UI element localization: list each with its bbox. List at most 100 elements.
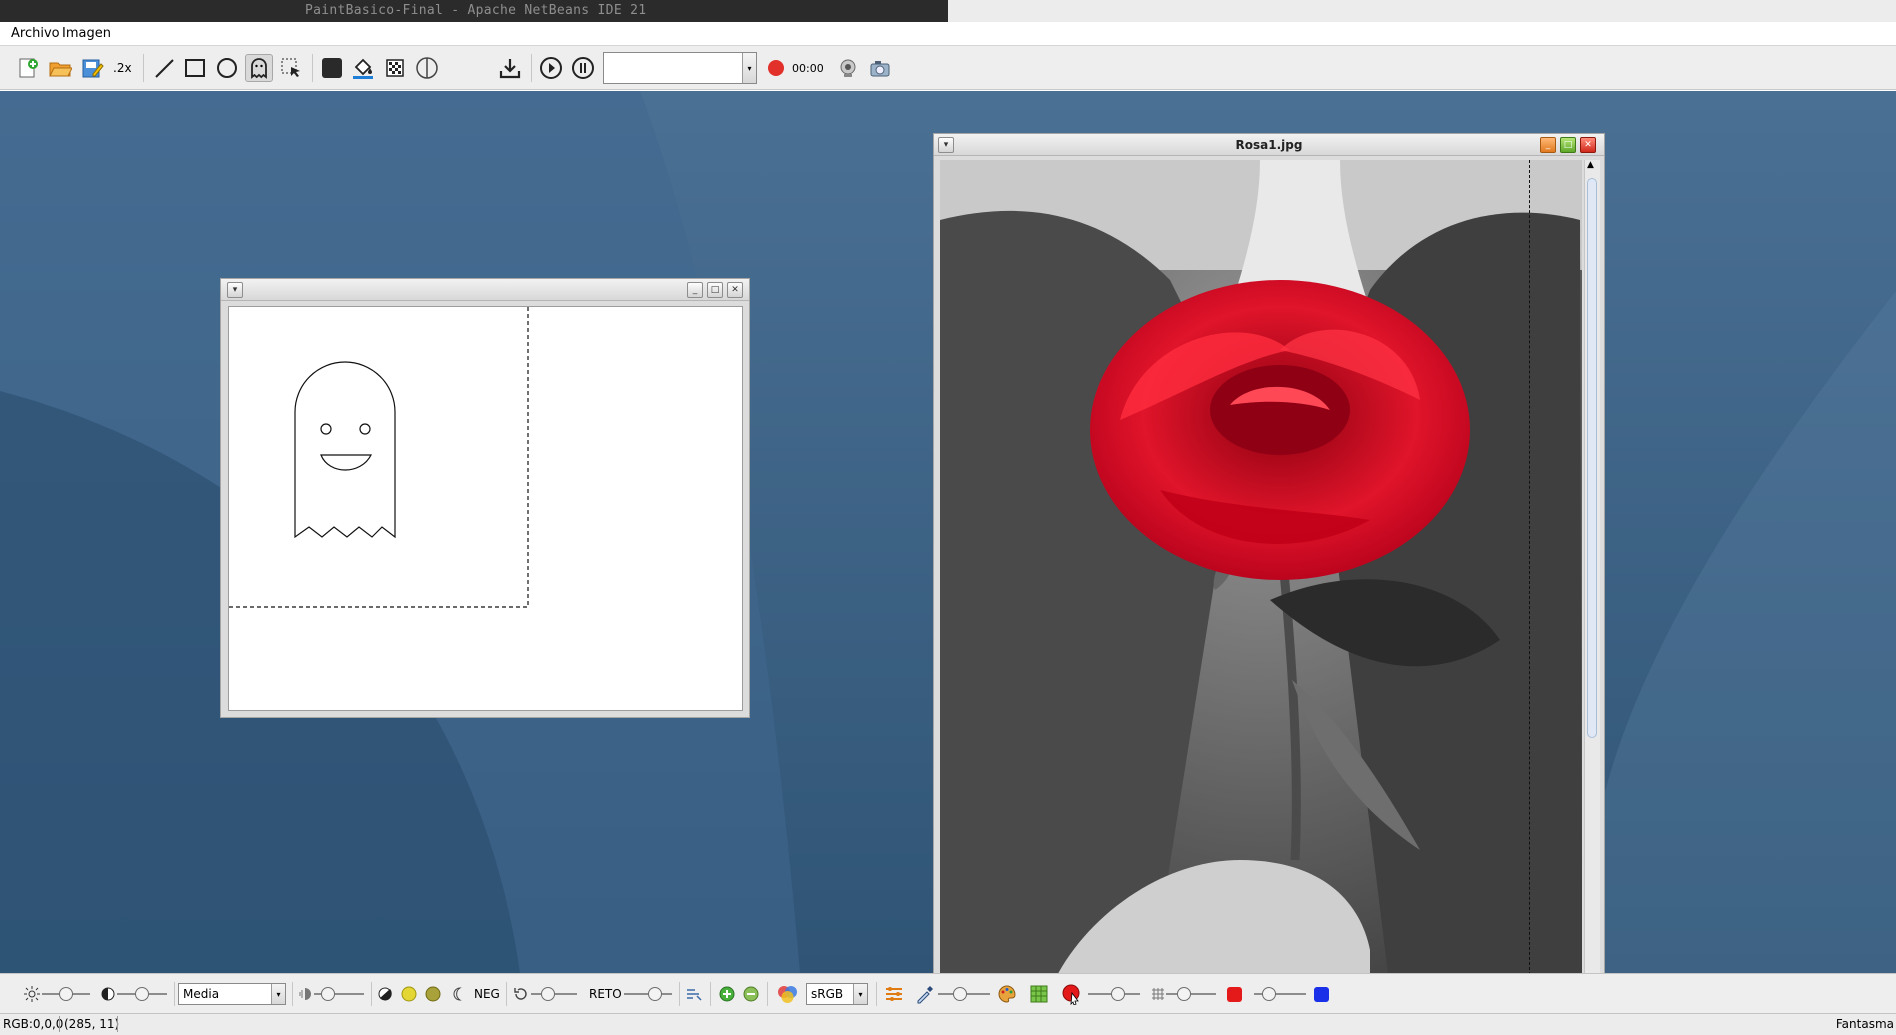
filter-combo[interactable]: Media ▾	[178, 983, 286, 1005]
contrast-slider[interactable]	[117, 986, 167, 1002]
red-ball-cursor-icon	[1062, 984, 1080, 1005]
sharpen-slider[interactable]	[314, 986, 364, 1002]
tint-slider[interactable]	[938, 986, 990, 1002]
color-bands-button[interactable]	[775, 985, 801, 1003]
blue-color-button[interactable]	[1313, 985, 1329, 1003]
menu-imagen[interactable]: Imagen	[62, 26, 111, 41]
slider-knob[interactable]	[953, 987, 967, 1001]
status-bar: RGB:0,0,0 (285, 11) Fantasma	[0, 1013, 1896, 1035]
scale-icon	[687, 989, 702, 1001]
minimize-button[interactable]: _	[687, 282, 703, 298]
filter-combo-value: Media	[183, 987, 220, 1001]
menu-archivo[interactable]: Archivo	[11, 26, 60, 41]
slider-knob[interactable]	[321, 987, 335, 1001]
chevron-down-icon[interactable]: ▾	[853, 984, 867, 1004]
color-picker-button[interactable]	[318, 54, 346, 82]
new-file-button[interactable]	[14, 54, 42, 82]
rotate-slider[interactable]	[531, 986, 577, 1002]
slider-knob[interactable]	[135, 987, 149, 1001]
brightness-slider[interactable]	[42, 986, 90, 1002]
transparency-icon	[416, 57, 438, 79]
drawing-canvas[interactable]	[228, 306, 743, 711]
image-operations-toolbar: Media ▾ NEG RETO sRGB ▾	[0, 973, 1896, 1013]
sepia-button[interactable]	[401, 985, 417, 1003]
play-button[interactable]	[537, 54, 565, 82]
chevron-down-icon: ▾	[943, 139, 949, 150]
close-button[interactable]: ✕	[727, 282, 743, 298]
moon-button[interactable]	[450, 985, 464, 1003]
red-slider[interactable]	[1088, 986, 1140, 1002]
close-icon: ✕	[731, 284, 739, 295]
chevron-down-icon[interactable]: ▾	[271, 984, 285, 1004]
snapshot-button[interactable]	[866, 54, 894, 82]
slider-knob[interactable]	[1262, 987, 1276, 1001]
zoom-in-button[interactable]	[719, 985, 735, 1003]
canvas-bounds-dashed-line	[229, 307, 529, 608]
red-filter-button[interactable]	[1060, 984, 1082, 1005]
canvas-frame-title-bar[interactable]: ▾ _ □ ✕	[221, 279, 749, 301]
combine-bands-button[interactable]	[884, 985, 904, 1003]
histogram-button[interactable]	[1029, 985, 1049, 1003]
minimize-button[interactable]: _	[1540, 137, 1556, 153]
palette-icon	[998, 985, 1016, 1003]
paint-bucket-icon	[353, 58, 373, 79]
image-canvas[interactable]	[940, 160, 1582, 973]
toolbar-separator	[710, 982, 711, 1006]
slider-knob[interactable]	[648, 987, 662, 1001]
tone-button[interactable]	[425, 985, 441, 1003]
maximize-button[interactable]: □	[1560, 137, 1576, 153]
window-title-bar: PaintBasico-Final - Apache NetBeans IDE …	[0, 0, 1896, 22]
canvas-drawing	[229, 307, 529, 608]
pause-button[interactable]	[569, 54, 597, 82]
save-image-button[interactable]	[496, 54, 524, 82]
reto-slider[interactable]	[624, 986, 672, 1002]
palette-button[interactable]	[997, 985, 1017, 1003]
toolbar-separator	[312, 54, 313, 82]
select-tool-button[interactable]	[277, 54, 305, 82]
ghost-tool-button[interactable]	[245, 54, 273, 82]
posterize-slider[interactable]	[1166, 986, 1216, 1002]
ellipse-tool-button[interactable]	[213, 54, 241, 82]
negative-button[interactable]: NEG	[474, 987, 500, 1001]
frame-menu-button[interactable]: ▾	[227, 282, 243, 298]
rectangle-tool-button[interactable]	[181, 54, 209, 82]
canvas-internal-frame[interactable]: ▾ _ □ ✕	[220, 278, 750, 718]
image-frame-title-bar[interactable]: Rosa1.jpg ▾ _ □ ✕	[934, 134, 1604, 156]
scrollbar-thumb[interactable]	[1587, 178, 1597, 738]
status-coordinates: (285, 11)	[64, 1017, 120, 1031]
media-list-combo[interactable]: ▾	[603, 52, 757, 84]
webcam-button[interactable]	[834, 54, 862, 82]
fill-button[interactable]	[349, 54, 377, 82]
chevron-down-icon[interactable]: ▾	[742, 53, 756, 83]
red-color-button[interactable]	[1226, 985, 1242, 1003]
toolbar-separator	[292, 982, 293, 1006]
threshold-button[interactable]	[377, 985, 393, 1003]
save-file-button[interactable]	[78, 54, 106, 82]
slider-knob[interactable]	[541, 987, 555, 1001]
rgb-circles-icon	[778, 986, 797, 1003]
slider-knob[interactable]	[1177, 987, 1191, 1001]
ghost-shape[interactable]	[294, 361, 396, 539]
zoom-out-button[interactable]	[743, 985, 759, 1003]
colorspace-combo[interactable]: sRGB ▾	[806, 983, 868, 1005]
tint-button[interactable]	[915, 985, 935, 1004]
camera-icon	[870, 61, 890, 77]
minimize-icon: _	[1545, 139, 1551, 150]
hue-slider[interactable]	[1254, 986, 1306, 1002]
close-button[interactable]: ✕	[1580, 137, 1596, 153]
maximize-button[interactable]: □	[707, 282, 723, 298]
scroll-up-arrow-icon[interactable]: ▲	[1587, 160, 1594, 170]
record-button[interactable]	[762, 54, 790, 82]
frame-menu-button[interactable]: ▾	[938, 137, 954, 153]
slider-knob[interactable]	[1111, 987, 1125, 1001]
toolbar-separator	[371, 982, 372, 1006]
line-tool-button[interactable]	[150, 54, 178, 82]
image-internal-frame[interactable]: Rosa1.jpg ▾ _ □ ✕ ▲	[933, 133, 1605, 973]
vertical-scrollbar[interactable]: ▲ ▼	[1584, 160, 1600, 973]
texture-button[interactable]	[381, 54, 409, 82]
transparency-button[interactable]	[413, 54, 441, 82]
zoom-label[interactable]: .2x	[113, 61, 132, 75]
slider-knob[interactable]	[59, 987, 73, 1001]
open-file-button[interactable]	[46, 54, 74, 82]
scale-button[interactable]	[685, 985, 703, 1003]
